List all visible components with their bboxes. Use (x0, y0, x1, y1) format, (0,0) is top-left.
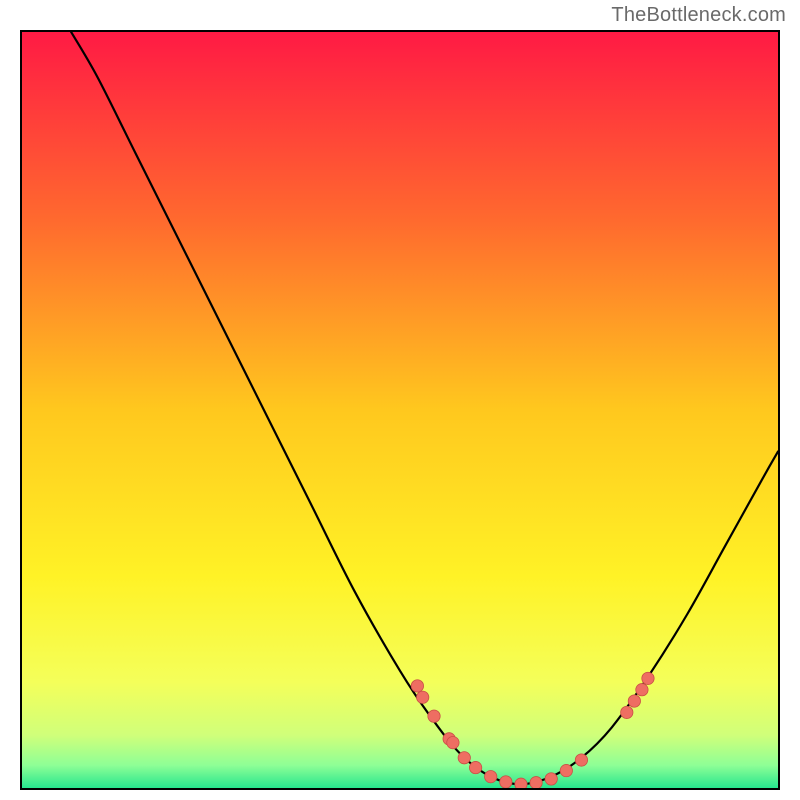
data-point (500, 776, 512, 788)
data-point (515, 778, 527, 788)
data-point (545, 773, 557, 785)
data-point (575, 754, 587, 766)
data-point (560, 764, 572, 776)
data-points (411, 672, 654, 788)
chart-overlay (22, 32, 778, 788)
data-point (469, 761, 481, 773)
watermark-text: TheBottleneck.com (611, 4, 786, 27)
data-point (447, 736, 459, 748)
data-point (530, 777, 542, 788)
data-point (428, 710, 440, 722)
data-point (417, 691, 429, 703)
data-point (636, 684, 648, 696)
data-point (621, 706, 633, 718)
data-point (458, 752, 470, 764)
data-point (411, 680, 423, 692)
data-point (485, 770, 497, 782)
bottleneck-curve (71, 32, 778, 784)
chart-frame (20, 30, 780, 790)
data-point (628, 695, 640, 707)
data-point (642, 672, 654, 684)
